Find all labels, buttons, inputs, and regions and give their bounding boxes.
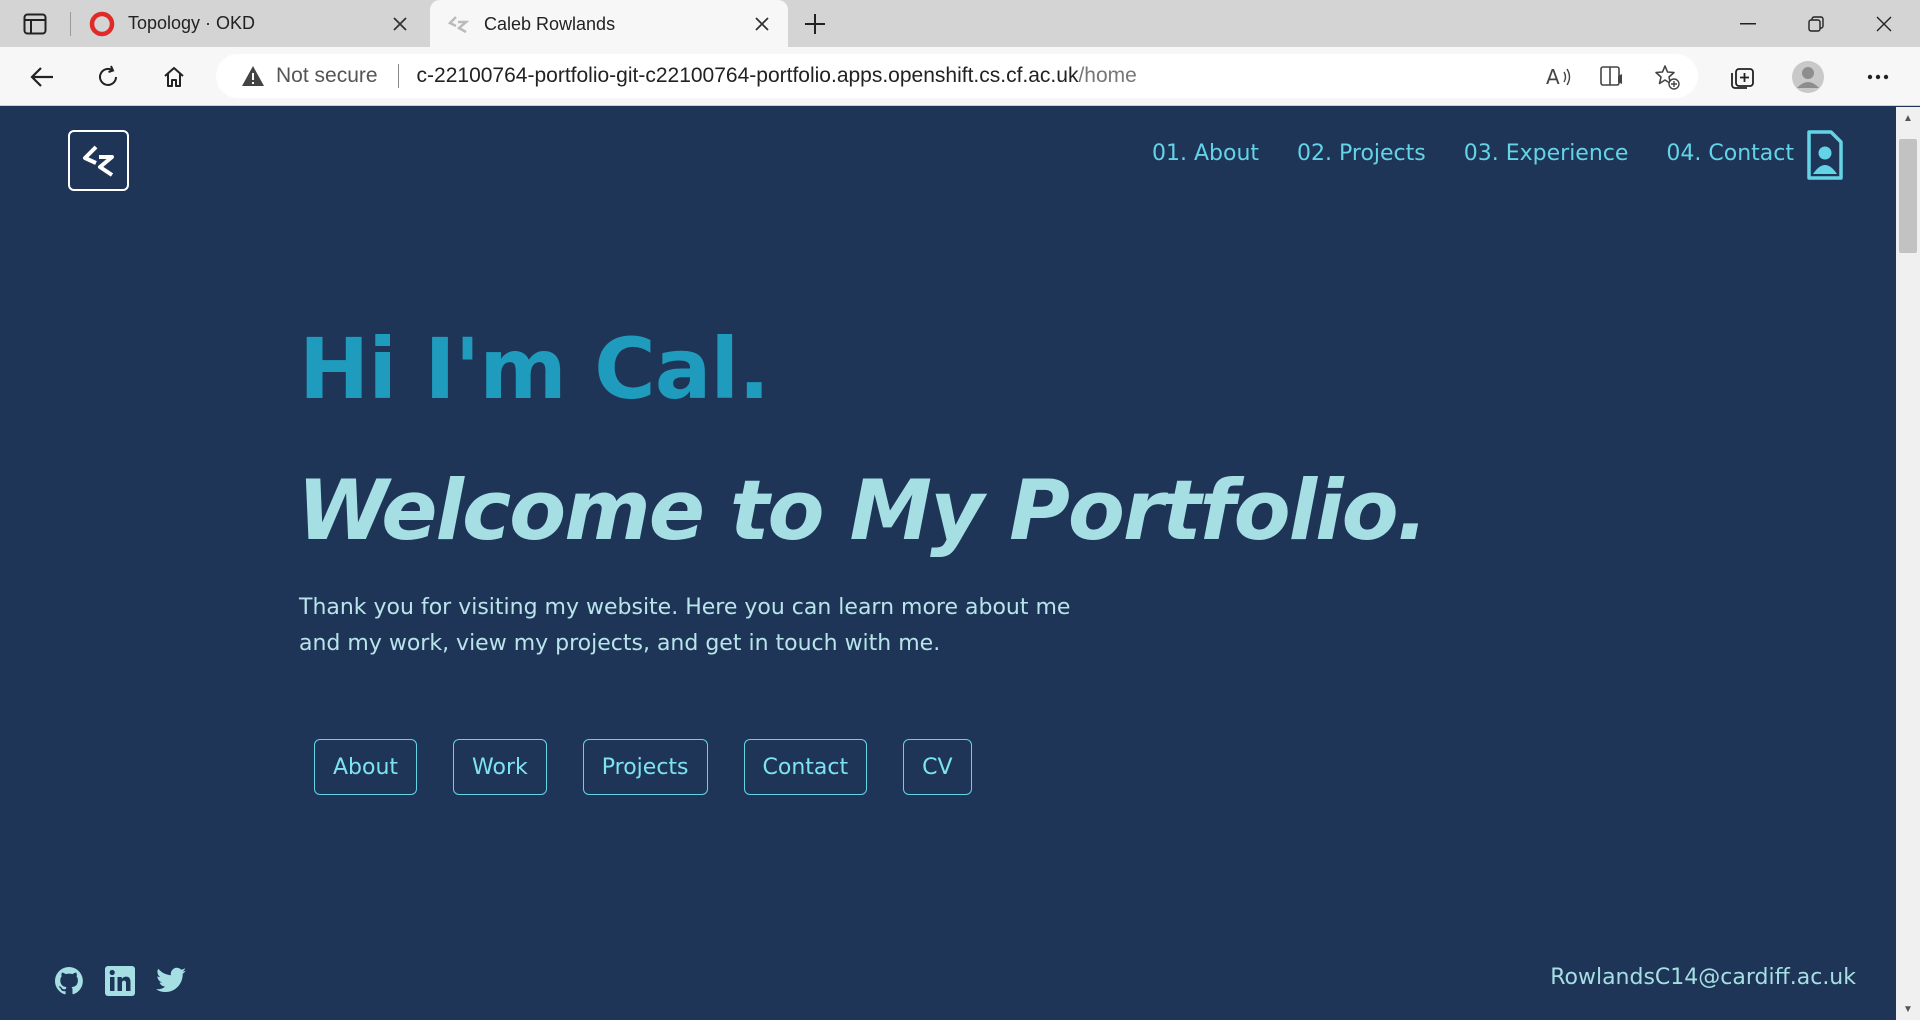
- hero-greeting: Hi I'm Cal.: [299, 320, 770, 418]
- tab-title: Caleb Rowlands: [484, 13, 616, 34]
- browser-tab-bar: Topology · OKD Caleb Rowlands: [0, 0, 1920, 48]
- page-scrollbar[interactable]: ▲ ▼: [1896, 107, 1920, 1020]
- nav-about[interactable]: 01. About: [1152, 141, 1259, 166]
- scroll-down-arrow-icon[interactable]: ▼: [1896, 1000, 1920, 1018]
- more-menu-icon[interactable]: [1858, 57, 1898, 97]
- hero-headline: Welcome to My Portfolio.: [297, 462, 1428, 559]
- nav-contact[interactable]: 04. Contact: [1666, 141, 1794, 166]
- tab-caleb-rowlands[interactable]: Caleb Rowlands: [430, 0, 788, 48]
- github-icon[interactable]: [52, 964, 86, 998]
- close-icon[interactable]: [748, 10, 776, 38]
- close-icon[interactable]: [386, 10, 414, 38]
- address-bar[interactable]: Not secure c-22100764-portfolio-git-c221…: [216, 54, 1698, 98]
- tab-topology-okd[interactable]: Topology · OKD: [74, 0, 426, 47]
- tab-actions-icon[interactable]: [18, 10, 52, 38]
- tab-title: Topology · OKD: [128, 13, 256, 33]
- top-navigation: 01. About 02. Projects 03. Experience 04…: [1152, 141, 1794, 166]
- minimize-icon[interactable]: [1714, 0, 1782, 47]
- nav-projects[interactable]: 02. Projects: [1297, 141, 1426, 166]
- cv-button[interactable]: CV: [903, 739, 972, 795]
- add-favorite-icon[interactable]: [1652, 62, 1682, 92]
- immersive-reader-icon[interactable]: [1598, 62, 1628, 92]
- scroll-thumb[interactable]: [1899, 139, 1917, 253]
- resume-document-icon[interactable]: [1806, 129, 1844, 181]
- back-arrow-icon[interactable]: [22, 57, 62, 97]
- url-host[interactable]: c-22100764-portfolio-git-c22100764-portf…: [417, 64, 1079, 88]
- site-logo-icon: [444, 10, 472, 38]
- security-label[interactable]: Not secure: [276, 64, 378, 88]
- nav-experience[interactable]: 03. Experience: [1464, 141, 1629, 166]
- warning-triangle-icon[interactable]: [240, 63, 266, 89]
- url-path[interactable]: /home: [1078, 64, 1136, 88]
- reload-icon[interactable]: [88, 57, 128, 97]
- svg-text:A: A: [1546, 66, 1560, 88]
- read-aloud-icon[interactable]: A: [1544, 62, 1574, 92]
- contact-button[interactable]: Contact: [743, 739, 868, 795]
- window-close-icon[interactable]: [1850, 0, 1918, 47]
- social-links: [52, 964, 205, 998]
- collections-icon[interactable]: [1722, 57, 1762, 97]
- hero-button-row: About Work Projects Contact CV: [314, 739, 1008, 795]
- tab-separator: [70, 12, 71, 36]
- okd-red-circle-icon: [88, 10, 116, 38]
- home-icon[interactable]: [154, 57, 194, 97]
- about-button[interactable]: About: [314, 739, 418, 795]
- browser-toolbar: Not secure c-22100764-portfolio-git-c221…: [0, 47, 1920, 106]
- scroll-up-arrow-icon[interactable]: ▲: [1896, 109, 1920, 127]
- address-divider: [397, 64, 399, 88]
- work-button[interactable]: Work: [453, 739, 547, 795]
- profile-avatar-icon[interactable]: [1788, 57, 1828, 97]
- twitter-icon[interactable]: [154, 964, 188, 998]
- new-tab-icon[interactable]: [798, 8, 832, 40]
- hero-intro: Thank you for visiting my website. Here …: [299, 595, 1071, 656]
- portfolio-page: 01. About 02. Projects 03. Experience 04…: [0, 107, 1896, 1020]
- restore-icon[interactable]: [1782, 0, 1850, 47]
- projects-button[interactable]: Projects: [582, 739, 708, 795]
- site-logo[interactable]: [68, 130, 129, 191]
- linkedin-icon[interactable]: [103, 964, 137, 998]
- contact-email-link[interactable]: RowlandsC14@cardiff.ac.uk: [1550, 965, 1856, 990]
